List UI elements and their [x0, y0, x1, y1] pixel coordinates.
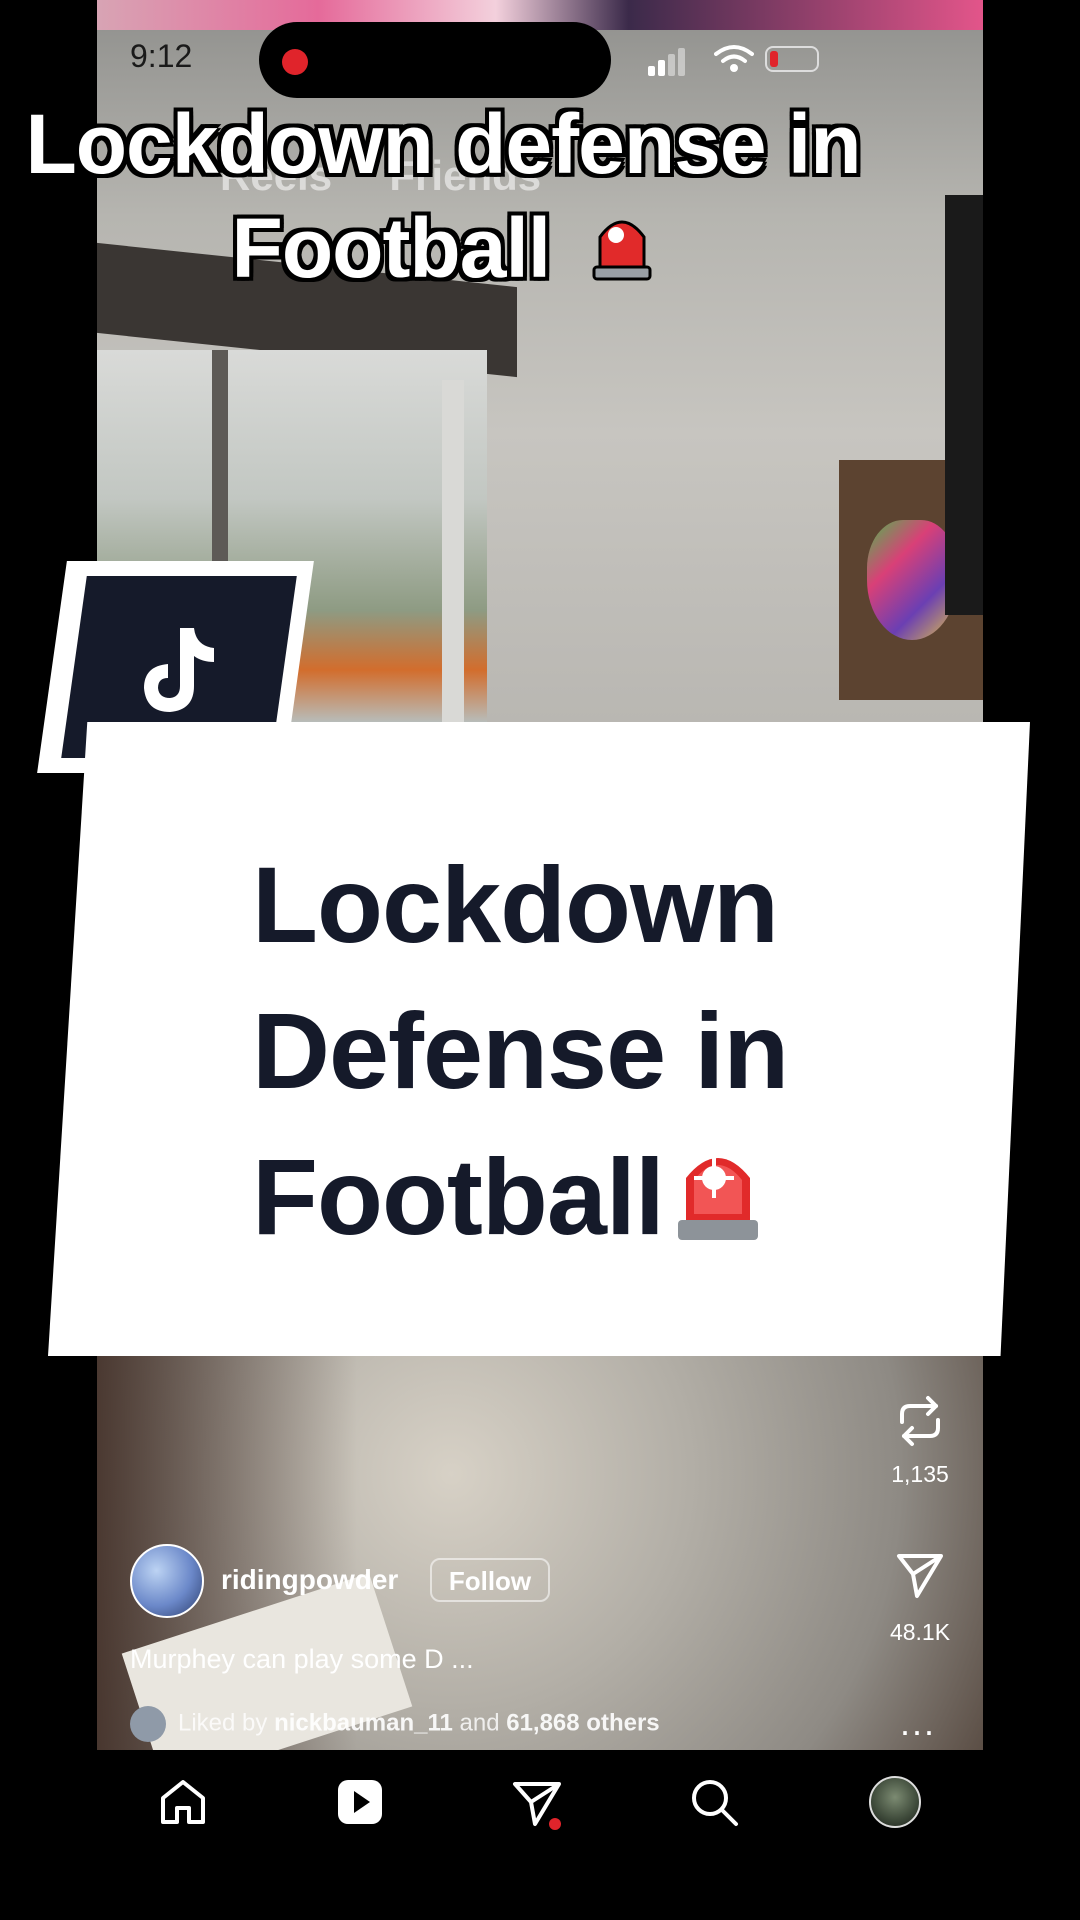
nav-search[interactable]: [688, 1776, 748, 1836]
bottom-nav: [97, 1750, 983, 1920]
title-card-line-2: Defense in: [252, 990, 789, 1111]
liked-by-avatar: [130, 1706, 166, 1742]
nav-profile[interactable]: [865, 1776, 925, 1836]
siren-icon: [676, 1134, 760, 1240]
nav-reels[interactable]: [334, 1776, 394, 1836]
battery-icon: [765, 46, 819, 72]
top-caption-line-1: Lockdown defense in: [25, 97, 861, 191]
home-icon: [161, 1780, 205, 1824]
window-frame: [442, 380, 464, 722]
send-icon: [897, 1554, 943, 1598]
title-card-text: Lockdown Defense in Football: [252, 832, 789, 1270]
wifi-icon: [714, 45, 754, 72]
liked-by-line[interactable]: Liked by nickbauman_11 and 61,868 others: [130, 1706, 660, 1742]
nav-direct[interactable]: [511, 1776, 571, 1836]
more-options-button[interactable]: ...: [900, 1702, 936, 1744]
liked-by-user[interactable]: nickbauman_11: [274, 1709, 453, 1736]
share-button[interactable]: 48.1K: [860, 1550, 980, 1646]
follow-button[interactable]: Follow: [430, 1558, 550, 1602]
nav-home[interactable]: [157, 1776, 217, 1836]
repost-count: 1,135: [891, 1461, 949, 1487]
dynamic-island: [259, 22, 611, 98]
reels-icon: [338, 1780, 382, 1824]
heart-artwork: [867, 520, 957, 640]
title-card-line-1: Lockdown: [252, 844, 779, 965]
status-time: 9:12: [130, 38, 193, 74]
notification-dot: [549, 1818, 561, 1830]
share-count: 48.1K: [889, 1619, 951, 1645]
author-avatar[interactable]: [130, 1544, 204, 1618]
repost-icon: [900, 1396, 940, 1446]
video-top-caption: Lockdown defense in Football: [0, 92, 886, 300]
tiktok-logo-icon: [144, 628, 214, 712]
title-card-line-3: Football: [252, 1124, 788, 1270]
author-username[interactable]: ridingpowder: [221, 1564, 398, 1596]
repost-button[interactable]: 1,135: [860, 1392, 980, 1488]
search-icon: [692, 1780, 738, 1826]
recording-indicator-icon: [282, 49, 308, 75]
liked-by-others[interactable]: 61,868 others: [506, 1709, 659, 1736]
top-caption-line-2: Football: [0, 196, 886, 300]
profile-avatar: [869, 1776, 921, 1828]
post-caption[interactable]: Murphey can play some D ...: [130, 1644, 474, 1675]
status-icons: [648, 42, 858, 76]
siren-icon: [592, 220, 652, 281]
tv-edge: [945, 195, 983, 615]
signal-icon: [648, 42, 688, 76]
